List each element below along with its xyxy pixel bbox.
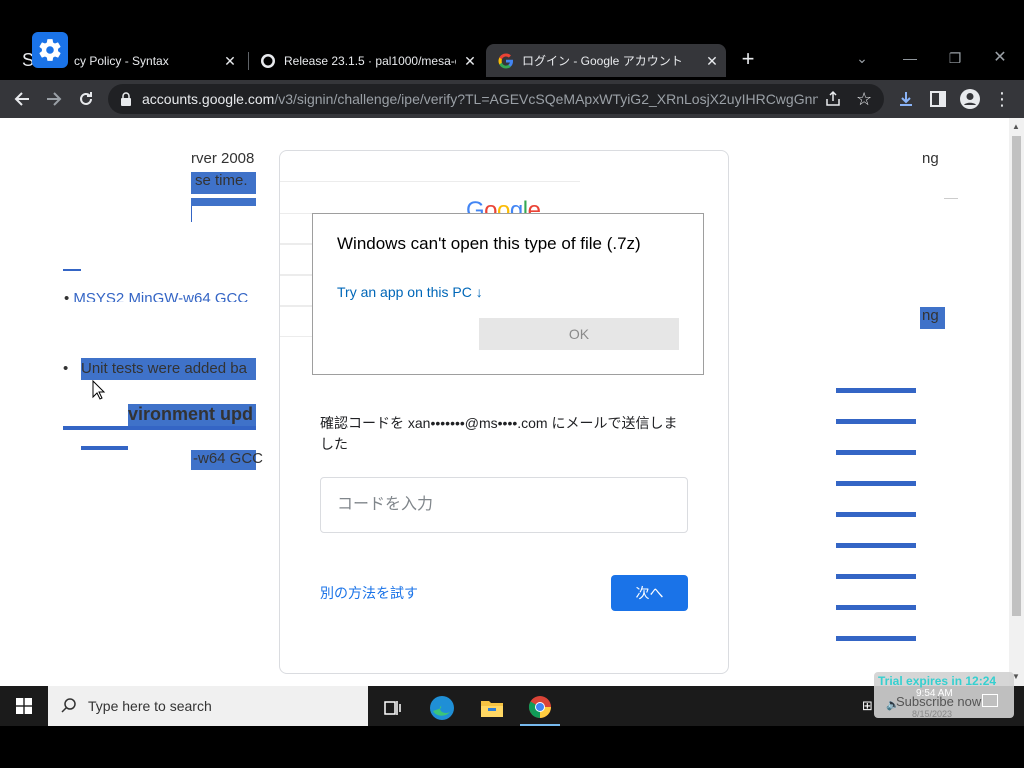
bg-text-unit-tests: Unit tests were added ba	[81, 358, 256, 380]
tab-release[interactable]: Release 23.1.5 · pal1000/mesa-di ✕	[250, 44, 484, 77]
bg-link-mingw[interactable]: MSYS2 MinGW-w64 GCC	[73, 290, 248, 302]
ok-button[interactable]: OK	[479, 318, 679, 350]
card-ghost-row	[280, 275, 316, 306]
profile-icon[interactable]	[958, 87, 982, 111]
close-icon[interactable]: ✕	[704, 53, 720, 69]
bg-highlight-bar	[191, 198, 256, 206]
bg-dash	[63, 269, 81, 271]
scroll-thumb[interactable]	[1012, 136, 1021, 616]
file-explorer-icon[interactable]	[472, 690, 512, 726]
tab-title: ログイン - Google アカウント	[522, 54, 683, 68]
bg-cursor-line	[191, 206, 192, 222]
taskbar-search[interactable]: Type here to search	[48, 686, 368, 726]
chrome-icon[interactable]	[520, 690, 560, 726]
bg-text-w64gcc: -w64 GCC	[191, 450, 263, 470]
bg-bullet-unit-tests: •	[63, 360, 69, 377]
bg-text-ng-mid: ng	[920, 307, 945, 329]
edge-icon[interactable]	[422, 690, 462, 726]
bg-dash-right	[944, 198, 958, 199]
next-button[interactable]: 次へ	[611, 575, 688, 611]
bg-text-ng-top: ng	[922, 150, 939, 167]
bg-underline	[63, 426, 256, 430]
bg-line	[836, 481, 916, 486]
card-ghost-row	[280, 213, 316, 244]
bg-underline-2	[81, 446, 128, 450]
try-app-link[interactable]: Try an app on this PC ↓	[337, 284, 483, 300]
url-text: accounts.google.com/v3/signin/challenge/…	[142, 91, 818, 107]
trial-overlay[interactable]: Trial expires in 12:24 9:54 AM Subscribe…	[874, 672, 1014, 719]
card-ghost-row	[280, 244, 316, 275]
dialog-title: Windows can't open this type of file (.7…	[337, 234, 641, 253]
bg-text-environment: vironment upd	[128, 404, 256, 428]
page-scrollbar[interactable]: ▲ ▼	[1009, 118, 1024, 686]
subscribe-link[interactable]: Subscribe now	[896, 694, 981, 709]
menu-icon[interactable]: ⋮	[990, 87, 1014, 111]
maximize-icon[interactable]: ❐	[945, 48, 965, 68]
search-icon	[61, 698, 76, 713]
close-icon[interactable]: ✕	[462, 53, 478, 69]
close-window-icon[interactable]: ✕	[990, 48, 1010, 68]
network-icon[interactable]: ⊞	[862, 698, 873, 714]
open-file-dialog: Windows can't open this type of file (.7…	[312, 213, 704, 375]
tab-title: Release 23.1.5 · pal1000/mesa-di	[284, 53, 456, 68]
taskbar: Type here to search ⊞ Trial expires in 1…	[0, 672, 1024, 726]
bg-line	[836, 388, 916, 393]
google-g-icon	[498, 53, 513, 68]
card-ghost-row	[280, 306, 316, 337]
clock-date: 8/15/2023	[912, 709, 953, 719]
screen-bottom-border	[0, 726, 1024, 768]
bg-line	[836, 450, 916, 455]
bg-line	[836, 543, 916, 548]
bg-line	[836, 574, 916, 579]
tab-bar: S cy Policy - Syntax ✕ Release 23.1.5 · …	[0, 0, 1024, 80]
tab-title: cy Policy - Syntax	[74, 53, 169, 68]
verification-message: 確認コードを xan•••••••@ms••••.com にメールで送信しました	[320, 415, 678, 452]
star-icon[interactable]: ☆	[856, 89, 872, 110]
url-host: accounts.google.com	[142, 91, 275, 107]
github-icon	[261, 53, 275, 68]
try-another-way-link[interactable]: 別の方法を試す	[320, 583, 418, 603]
download-icon[interactable]	[894, 87, 918, 111]
task-view-icon[interactable]	[372, 690, 412, 726]
url-path: /v3/signin/challenge/ipe/verify?TL=AGEVc…	[274, 91, 818, 107]
bg-line	[836, 636, 916, 641]
gear-icon[interactable]	[32, 32, 68, 68]
bg-text-server: rver 2008	[191, 150, 255, 167]
bg-text-release-time: se time.	[191, 172, 256, 194]
windows-start-icon[interactable]	[0, 686, 48, 726]
browser-toolbar: accounts.google.com/v3/signin/challenge/…	[0, 80, 1024, 118]
speaker-icon[interactable]: 🔈	[886, 698, 900, 711]
sidepanel-icon[interactable]	[926, 87, 950, 111]
tab-search-icon[interactable]: ⌄	[852, 48, 872, 68]
new-tab-button[interactable]: +	[738, 46, 758, 72]
lock-icon	[121, 92, 131, 106]
scroll-up-icon[interactable]: ▲	[1012, 122, 1020, 131]
code-input[interactable]	[320, 477, 688, 533]
address-bar[interactable]: accounts.google.com/v3/signin/challenge/…	[108, 84, 884, 114]
minimize-icon[interactable]: —	[900, 48, 920, 68]
reload-icon[interactable]	[74, 87, 98, 111]
share-icon[interactable]	[824, 90, 842, 113]
trial-expiry-text: Trial expires in 12:24	[878, 674, 997, 688]
search-placeholder: Type here to search	[88, 698, 212, 714]
bg-bullet-mingw: • MSYS2 MinGW-w64 GCC	[64, 290, 248, 302]
notification-icon[interactable]	[982, 694, 998, 707]
mouse-cursor-icon	[92, 380, 106, 400]
bg-line	[836, 512, 916, 517]
close-icon[interactable]: ✕	[222, 53, 238, 69]
back-icon[interactable]	[10, 87, 34, 111]
tab-separator	[248, 52, 249, 70]
tab-google-login[interactable]: ログイン - Google アカウント ✕	[486, 44, 726, 77]
forward-icon[interactable]	[42, 87, 66, 111]
bg-line	[836, 419, 916, 424]
bg-line	[836, 605, 916, 610]
